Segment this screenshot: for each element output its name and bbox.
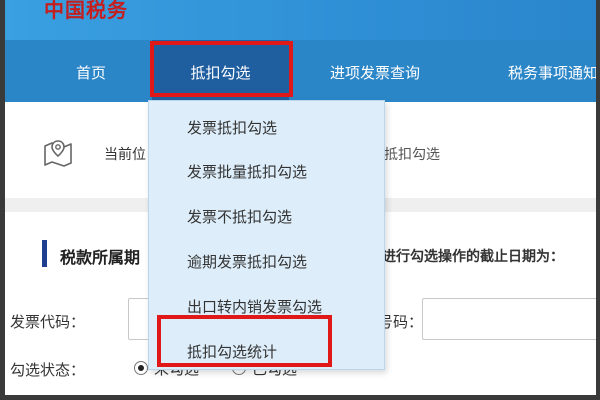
breadcrumb-prefix: 当前位 (104, 147, 146, 163)
nav-item-input-invoice-query[interactable]: 进项发票查询 (330, 40, 420, 102)
breadcrumb-current: 抵扣勾选 (384, 147, 440, 163)
invoice-number-input[interactable] (422, 298, 598, 340)
nav-item-tax-notice[interactable]: 税务事项通知 (508, 40, 598, 102)
status-label: 勾选状态： (10, 361, 86, 379)
menu-item-invoice-deduction[interactable]: 发票抵扣勾选 (187, 117, 277, 138)
invoice-code-label: 发票代码： (10, 313, 86, 331)
location-map-icon (44, 140, 72, 167)
window-frame-left (0, 0, 5, 400)
menu-item-non-deduction[interactable]: 发票不抵扣勾选 (187, 206, 292, 227)
section-title: 税款所属期 (60, 248, 141, 267)
deadline-text: 进行勾选操作的截止日期为： (382, 249, 564, 265)
status-radio-unselected[interactable] (134, 361, 148, 375)
main-navbar: 首页 抵扣勾选 进项发票查询 税务事项通知 (0, 40, 600, 102)
section-accent-bar (42, 240, 47, 267)
window-frame-right (596, 0, 600, 400)
menu-item-export-to-domestic[interactable]: 出口转内销发票勾选 (187, 296, 322, 317)
highlight-box-statistics (157, 315, 332, 367)
menu-item-batch-deduction[interactable]: 发票批量抵扣勾选 (187, 161, 307, 182)
nav-item-home[interactable]: 首页 (76, 40, 106, 102)
highlight-box-nav (150, 41, 293, 97)
header-banner: 中国税务 (0, 0, 600, 40)
site-logo[interactable]: 中国税务 (44, 0, 128, 23)
window-frame-bottom (0, 395, 600, 400)
menu-item-overdue-deduction[interactable]: 逾期发票抵扣勾选 (187, 251, 307, 272)
